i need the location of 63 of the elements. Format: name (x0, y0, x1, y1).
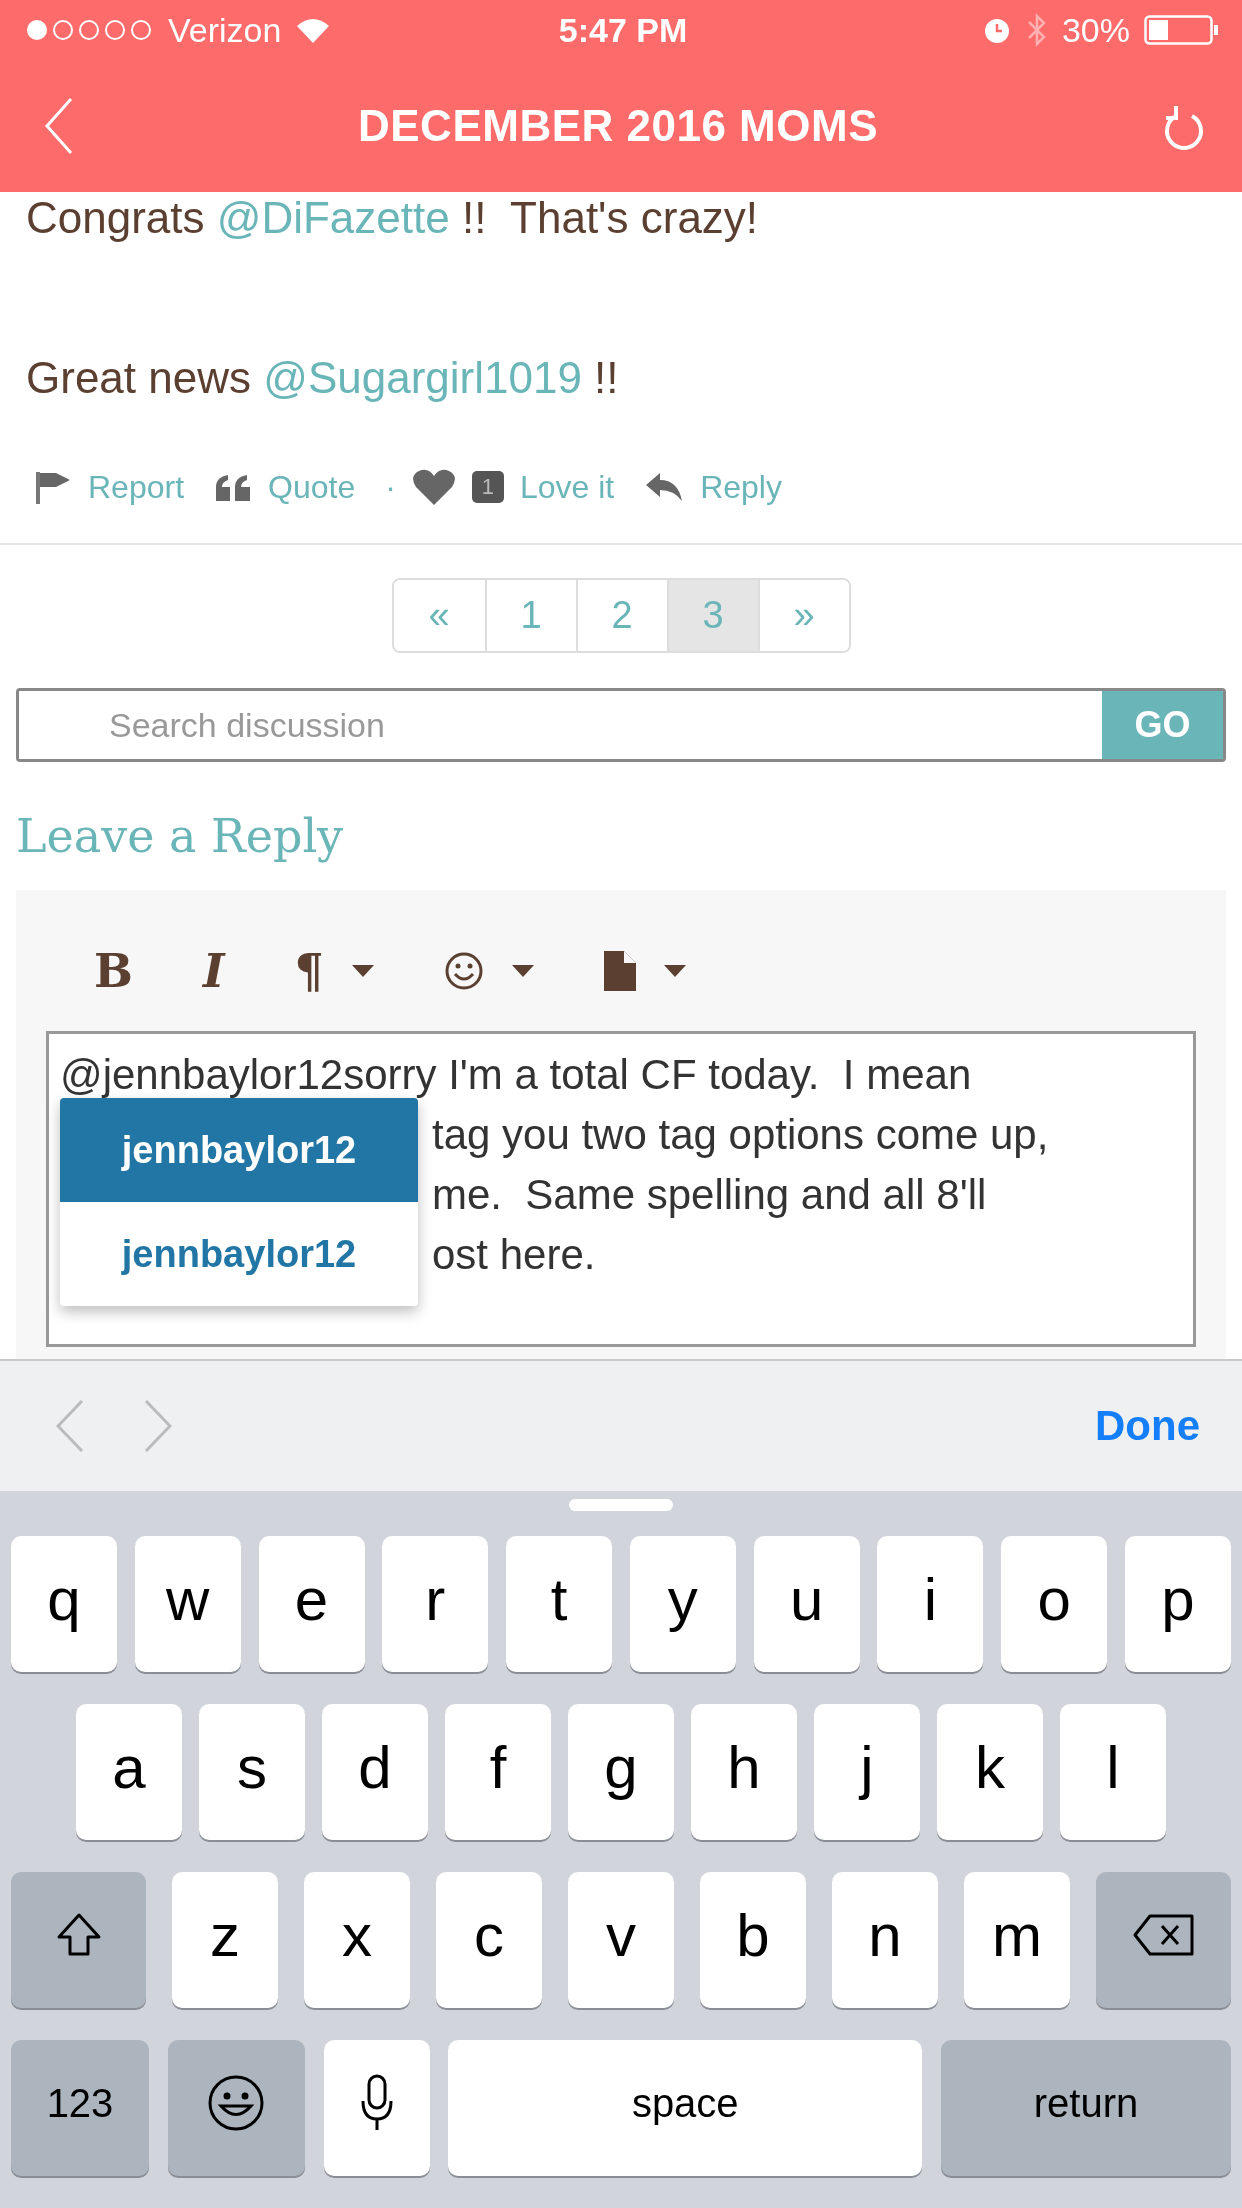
signal-strength-icon (26, 19, 154, 41)
letter-key[interactable]: k (937, 1704, 1043, 1840)
shift-key[interactable] (11, 1872, 146, 2008)
wifi-icon (295, 16, 332, 44)
post-text: Great news @Sugargirl1019 !! (26, 352, 620, 404)
letter-key[interactable]: o (1001, 1536, 1108, 1672)
mention-option[interactable]: jennbaylor12 (60, 1202, 418, 1306)
letter-key[interactable]: z (172, 1872, 278, 2008)
drag-handle[interactable] (569, 1499, 673, 1511)
letter-key[interactable]: a (76, 1704, 182, 1840)
letter-key[interactable]: t (506, 1536, 613, 1672)
flag-icon (34, 470, 72, 504)
clock-time: 5:47 PM (558, 10, 688, 50)
reply-text-area[interactable]: @jennbaylor12sorry I'm a total CF today. I mean tag you two tag options come up, me. Same spelling and all 8'll ost here. jennbaylor12 jennbaylor12 (46, 1031, 1196, 1347)
delete-key[interactable] (1096, 1872, 1231, 2008)
carrier-name: Verizon (168, 10, 282, 50)
separator-dot: · (385, 468, 396, 506)
battery-icon (1144, 15, 1220, 45)
letter-key[interactable]: e (258, 1536, 365, 1672)
letter-key[interactable]: l (1060, 1704, 1166, 1840)
mic-key[interactable] (323, 2040, 430, 2176)
letter-key[interactable]: s (199, 1704, 305, 1840)
letter-key[interactable]: y (629, 1536, 736, 1672)
back-icon[interactable] (44, 97, 74, 155)
letter-key[interactable]: c (436, 1872, 542, 2008)
next-icon (144, 1399, 172, 1453)
letter-key[interactable]: p (1124, 1536, 1231, 1672)
paragraph-button[interactable]: ¶ (284, 945, 384, 997)
letter-key[interactable]: v (568, 1872, 674, 2008)
previous-icon (56, 1399, 84, 1453)
mention-option[interactable]: jennbaylor12 (60, 1098, 418, 1202)
space-key[interactable]: space (448, 2040, 923, 2176)
like-count-badge: 1 (471, 471, 504, 503)
battery-percentage: 30% (1061, 10, 1130, 50)
letter-key[interactable]: g (568, 1704, 674, 1840)
letter-key[interactable]: w (134, 1536, 241, 1672)
letter-key[interactable]: x (304, 1872, 410, 2008)
letter-key[interactable]: i (877, 1536, 984, 1672)
letter-key[interactable]: f (445, 1704, 551, 1840)
letter-key[interactable]: d (322, 1704, 428, 1840)
reply-icon (644, 471, 685, 503)
quote-icon (214, 473, 253, 501)
emoji-key[interactable] (167, 2040, 305, 2176)
letter-key[interactable]: m (964, 1872, 1070, 2008)
bluetooth-icon (1025, 12, 1048, 48)
letter-key[interactable]: q (11, 1536, 117, 1672)
letter-key[interactable]: h (691, 1704, 797, 1840)
post-text: Congrats @DiFazette !! That's crazy! (26, 192, 760, 244)
section-title: Leave a Reply (16, 810, 345, 862)
italic-button[interactable]: I (192, 945, 235, 997)
return-key[interactable]: return (941, 2040, 1231, 2176)
letter-key[interactable]: b (700, 1872, 806, 2008)
header-title: DECEMBER 2016 MOMS (358, 101, 878, 151)
letter-key[interactable]: n (832, 1872, 938, 2008)
heart-icon (411, 468, 456, 506)
bold-button[interactable]: B (84, 945, 143, 997)
letter-key[interactable]: r (382, 1536, 489, 1672)
letter-key[interactable]: j (814, 1704, 920, 1840)
document-icon (603, 951, 636, 991)
smiley-icon (443, 951, 484, 991)
letter-key[interactable]: u (753, 1536, 860, 1672)
backspace-icon (1131, 1913, 1196, 1957)
mode-key[interactable]: 123 (11, 2040, 149, 2176)
